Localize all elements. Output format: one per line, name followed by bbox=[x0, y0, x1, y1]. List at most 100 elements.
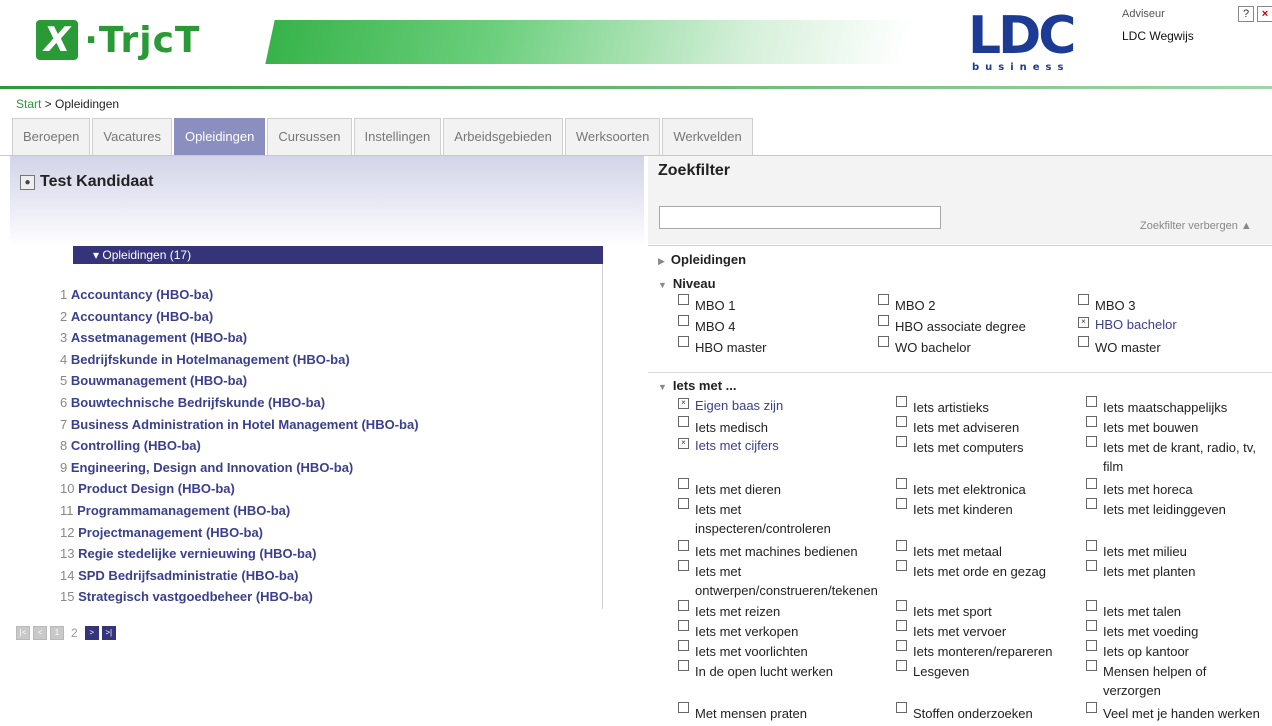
filter-option[interactable]: Mensen helpen of verzorgen bbox=[1086, 660, 1206, 700]
checkbox-icon[interactable] bbox=[678, 540, 689, 551]
filter-option[interactable]: Iets medisch bbox=[678, 416, 768, 437]
checkbox-icon[interactable] bbox=[896, 436, 907, 447]
checkbox-icon[interactable] bbox=[678, 498, 689, 509]
checkbox-icon[interactable] bbox=[1086, 600, 1097, 611]
tab-werkvelden[interactable]: Werkvelden bbox=[662, 118, 753, 155]
filter-option[interactable]: Met mensen praten bbox=[678, 702, 807, 723]
filter-option[interactable]: WO bachelor bbox=[878, 336, 971, 357]
filter-option[interactable]: Iets artistieks bbox=[896, 396, 989, 417]
filter-option[interactable]: Iets met de krant, radio, tv, film bbox=[1086, 436, 1256, 476]
filter-option[interactable]: Iets met leidinggeven bbox=[1086, 498, 1226, 519]
checkbox-icon[interactable] bbox=[896, 560, 907, 571]
list-item[interactable]: 7 Business Administration in Hotel Manag… bbox=[60, 414, 419, 436]
filter-option[interactable]: Iets met sport bbox=[896, 600, 992, 621]
checkbox-checked-icon[interactable]: × bbox=[678, 438, 689, 449]
item-link[interactable]: Bouwmanagement (HBO-ba) bbox=[71, 373, 247, 388]
last-page-icon[interactable]: >| bbox=[101, 626, 116, 640]
checkbox-icon[interactable] bbox=[896, 620, 907, 631]
item-link[interactable]: Engineering, Design and Innovation (HBO-… bbox=[71, 460, 353, 475]
filter-option[interactable]: Iets met metaal bbox=[896, 540, 1002, 561]
checkbox-icon[interactable] bbox=[678, 660, 689, 671]
checkbox-icon[interactable] bbox=[678, 315, 689, 326]
checkbox-icon[interactable] bbox=[1086, 396, 1097, 407]
close-icon[interactable]: × bbox=[1257, 6, 1272, 22]
filter-option[interactable]: Iets met kinderen bbox=[896, 498, 1013, 519]
filter-option[interactable]: Lesgeven bbox=[896, 660, 969, 681]
filter-option[interactable]: MBO 1 bbox=[678, 294, 735, 315]
checkbox-icon[interactable] bbox=[896, 660, 907, 671]
filter-option[interactable]: Veel met je handen werken bbox=[1086, 702, 1260, 723]
filter-option[interactable]: Iets met planten bbox=[1086, 560, 1196, 581]
checkbox-icon[interactable] bbox=[678, 478, 689, 489]
item-link[interactable]: Accountancy (HBO-ba) bbox=[71, 309, 213, 324]
checkbox-icon[interactable] bbox=[1086, 478, 1097, 489]
section-niveau[interactable]: ▼ Niveau bbox=[658, 276, 716, 291]
filter-option[interactable]: Iets op kantoor bbox=[1086, 640, 1189, 661]
list-item[interactable]: 8 Controlling (HBO-ba) bbox=[60, 435, 419, 457]
checkbox-icon[interactable] bbox=[896, 416, 907, 427]
checkbox-checked-icon[interactable]: × bbox=[1078, 317, 1089, 328]
checkbox-icon[interactable] bbox=[896, 478, 907, 489]
checkbox-icon[interactable] bbox=[678, 600, 689, 611]
checkbox-icon[interactable] bbox=[1086, 560, 1097, 571]
filter-option[interactable]: Iets met vervoer bbox=[896, 620, 1006, 641]
tab-instellingen[interactable]: Instellingen bbox=[353, 118, 442, 155]
checkbox-icon[interactable] bbox=[1078, 294, 1089, 305]
list-item[interactable]: 4 Bedrijfskunde in Hotelmanagement (HBO-… bbox=[60, 349, 419, 371]
filter-option[interactable]: Iets met talen bbox=[1086, 600, 1181, 621]
checkbox-icon[interactable] bbox=[896, 600, 907, 611]
filter-option[interactable]: Iets met milieu bbox=[1086, 540, 1187, 561]
list-item[interactable]: 15 Strategisch vastgoedbeheer (HBO-ba) bbox=[60, 586, 419, 608]
page-1-button[interactable]: 1 bbox=[50, 626, 64, 640]
checkbox-icon[interactable] bbox=[896, 540, 907, 551]
page-2-button[interactable]: 2 bbox=[71, 626, 78, 640]
checkbox-icon[interactable] bbox=[1086, 620, 1097, 631]
filter-option[interactable]: WO master bbox=[1078, 336, 1161, 357]
tab-werksoorten[interactable]: Werksoorten bbox=[564, 118, 661, 155]
list-item[interactable]: 12 Projectmanagement (HBO-ba) bbox=[60, 522, 419, 544]
checkbox-icon[interactable] bbox=[896, 640, 907, 651]
breadcrumb-start-link[interactable]: Start bbox=[16, 97, 41, 111]
checkbox-icon[interactable] bbox=[1086, 702, 1097, 713]
list-item[interactable]: 2 Accountancy (HBO-ba) bbox=[60, 306, 419, 328]
checkbox-icon[interactable] bbox=[878, 336, 889, 347]
checkbox-icon[interactable] bbox=[678, 294, 689, 305]
checkbox-icon[interactable] bbox=[896, 702, 907, 713]
filter-option[interactable]: × Eigen baas zijn bbox=[678, 396, 783, 415]
checkbox-icon[interactable] bbox=[878, 315, 889, 326]
checkbox-icon[interactable] bbox=[678, 336, 689, 347]
item-link[interactable]: Regie stedelijke vernieuwing (HBO-ba) bbox=[78, 546, 316, 561]
section-opleidingen[interactable]: ▶ Opleidingen bbox=[658, 252, 746, 267]
checkbox-checked-icon[interactable]: × bbox=[678, 398, 689, 409]
item-link[interactable]: Assetmanagement (HBO-ba) bbox=[71, 330, 247, 345]
filter-option[interactable]: Iets maatschappelijks bbox=[1086, 396, 1227, 417]
item-link[interactable]: Strategisch vastgoedbeheer (HBO-ba) bbox=[78, 589, 313, 604]
tab-opleidingen[interactable]: Opleidingen bbox=[173, 118, 266, 155]
filter-option[interactable]: Iets met computers bbox=[896, 436, 1024, 457]
list-item[interactable]: 3 Assetmanagement (HBO-ba) bbox=[60, 327, 419, 349]
filter-option[interactable]: Iets met inspecteren/controleren bbox=[678, 498, 831, 538]
zoekfilter-hide-link[interactable]: Zoekfilter verbergen ▲ bbox=[1140, 220, 1252, 232]
item-link[interactable]: Programmamanagement (HBO-ba) bbox=[77, 503, 290, 518]
filter-option[interactable]: Iets met adviseren bbox=[896, 416, 1019, 437]
filter-option[interactable]: Iets met voeding bbox=[1086, 620, 1198, 641]
item-link[interactable]: Controlling (HBO-ba) bbox=[71, 438, 201, 453]
item-link[interactable]: Accountancy (HBO-ba) bbox=[71, 287, 213, 302]
checkbox-icon[interactable] bbox=[1086, 498, 1097, 509]
filter-option[interactable]: Iets met voorlichten bbox=[678, 640, 808, 661]
checkbox-icon[interactable] bbox=[896, 396, 907, 407]
item-link[interactable]: Product Design (HBO-ba) bbox=[78, 481, 235, 496]
help-icon[interactable]: ? bbox=[1238, 6, 1254, 22]
checkbox-icon[interactable] bbox=[678, 620, 689, 631]
checkbox-icon[interactable] bbox=[678, 416, 689, 427]
list-item[interactable]: 6 Bouwtechnische Bedrijfskunde (HBO-ba) bbox=[60, 392, 419, 414]
section-iets-met[interactable]: ▼ Iets met ... bbox=[658, 378, 737, 393]
prev-page-icon[interactable]: < bbox=[33, 626, 47, 640]
checkbox-icon[interactable] bbox=[1078, 336, 1089, 347]
zoekfilter-search-input[interactable] bbox=[659, 206, 941, 229]
checkbox-icon[interactable] bbox=[678, 560, 689, 571]
filter-option[interactable]: HBO associate degree bbox=[878, 315, 1026, 336]
filter-option[interactable]: × HBO bachelor bbox=[1078, 315, 1177, 334]
filter-option[interactable]: Iets met ontwerpen/construeren/tekenen bbox=[678, 560, 878, 600]
checkbox-icon[interactable] bbox=[678, 702, 689, 713]
